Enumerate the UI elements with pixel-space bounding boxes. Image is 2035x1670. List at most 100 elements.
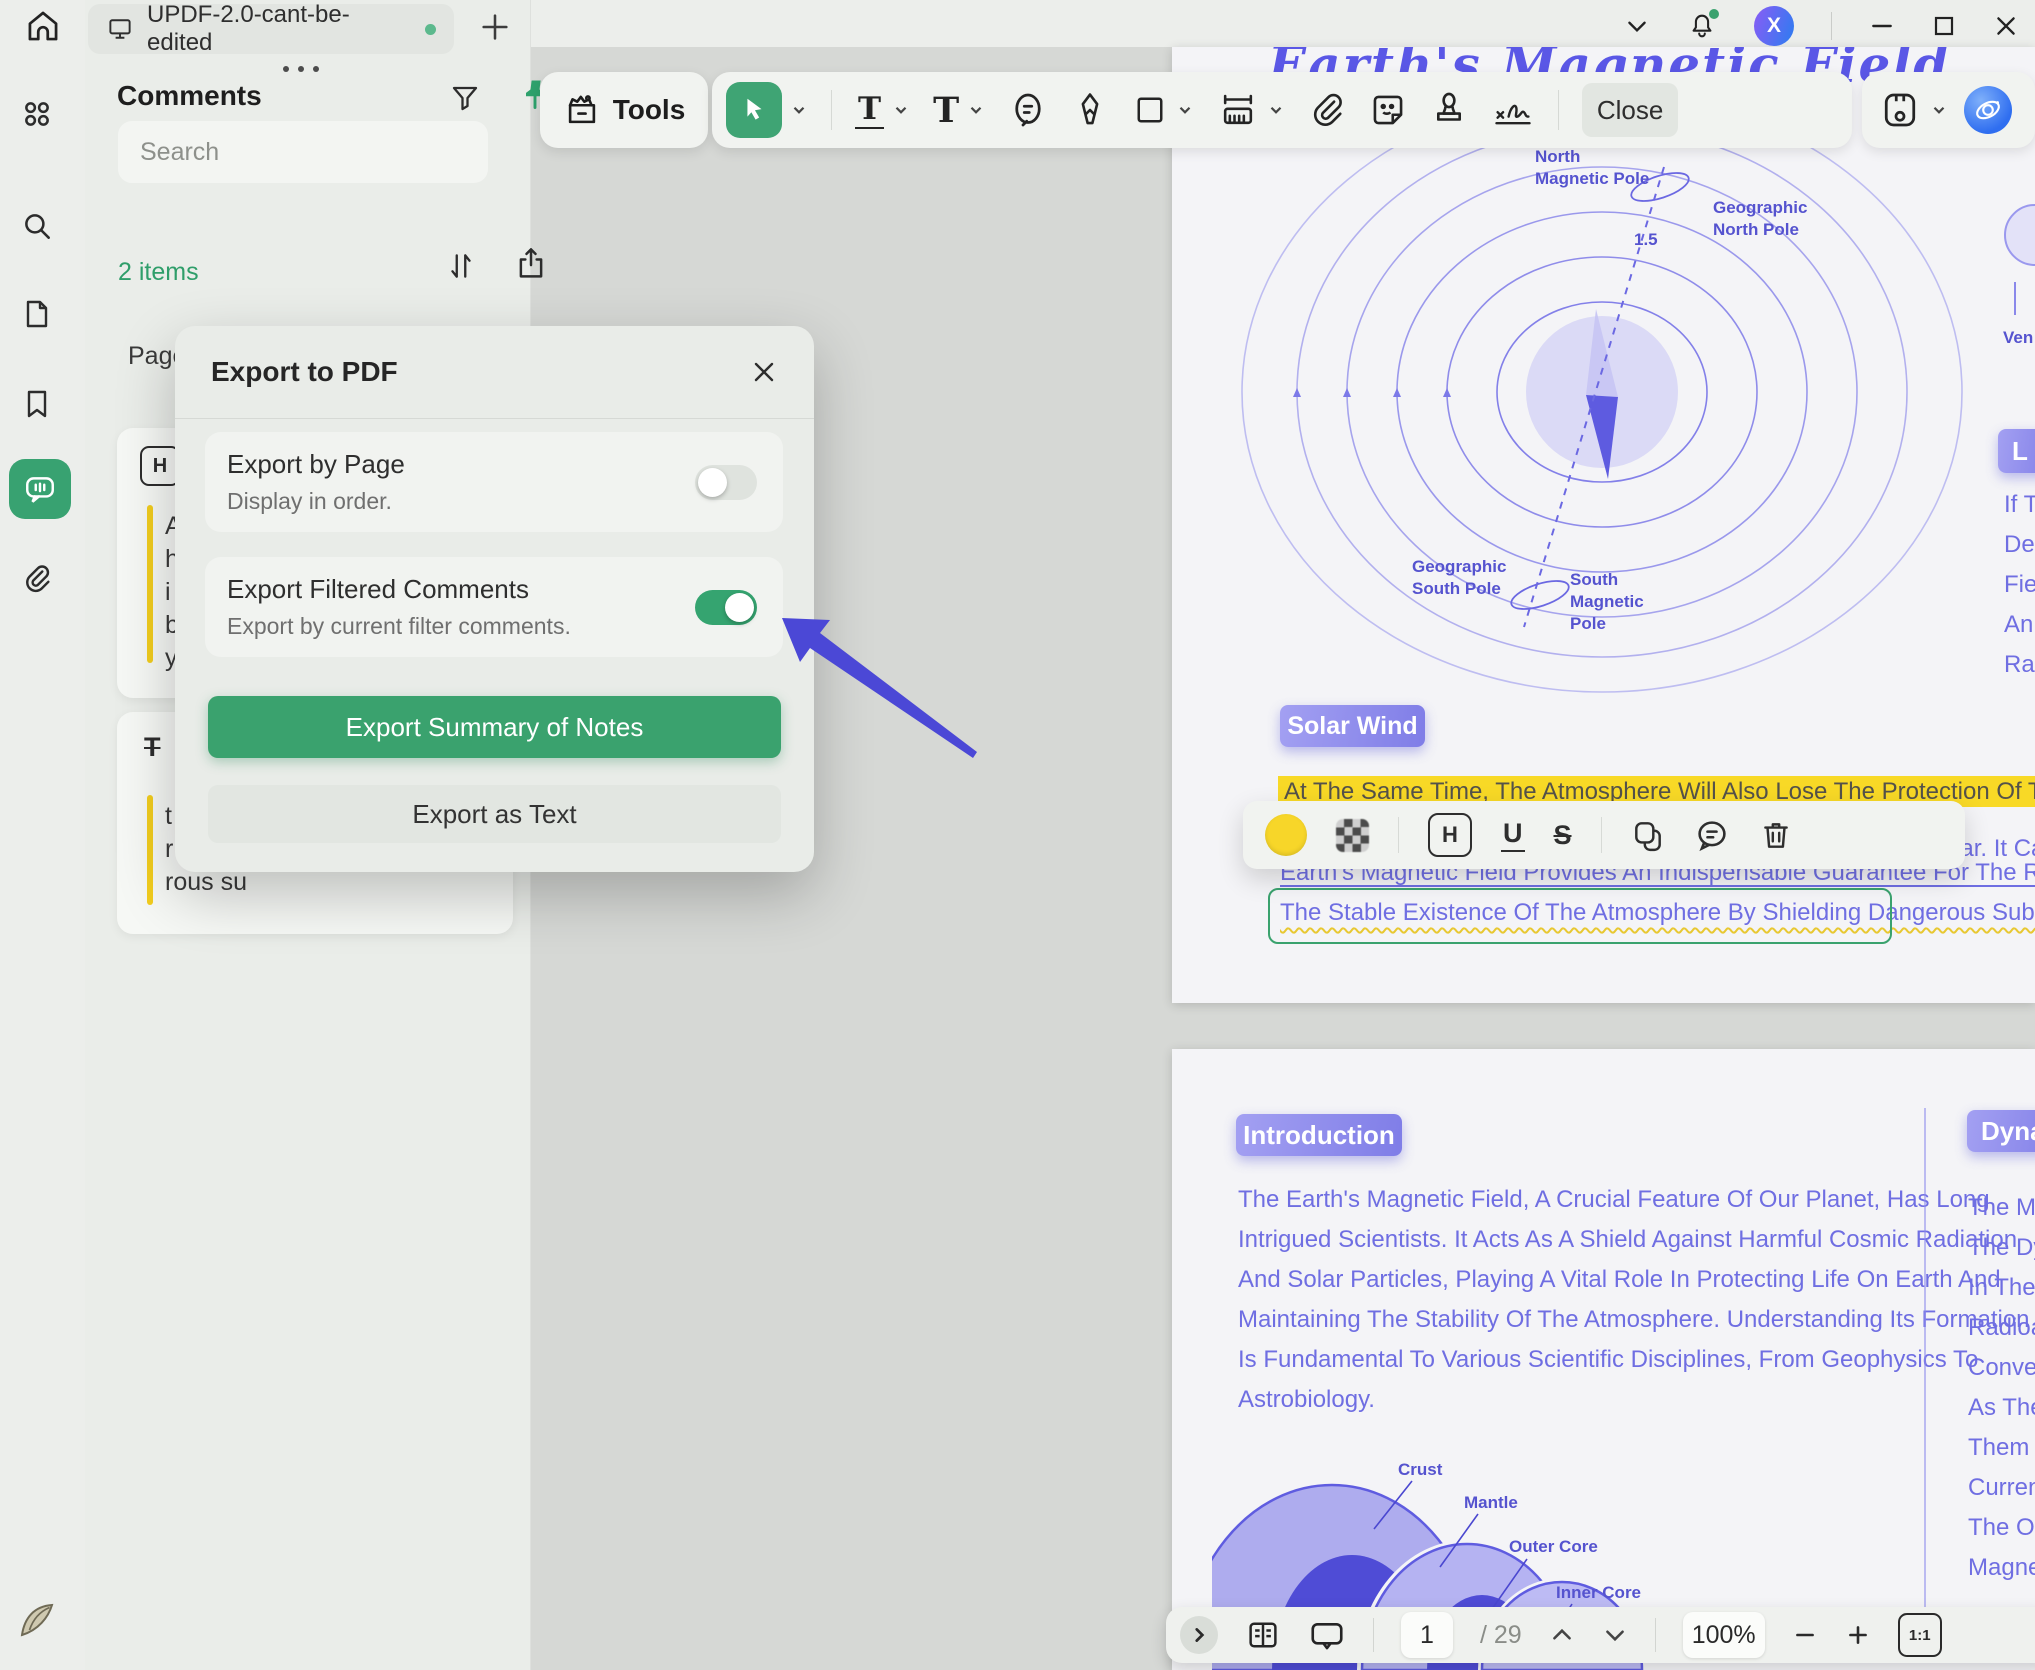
underline-tool-icon[interactable]: U: [1501, 818, 1525, 852]
export-summary-of-notes-button[interactable]: Export Summary of Notes: [208, 696, 781, 758]
text-comment-tool-icon[interactable]: T: [855, 91, 884, 129]
close-button[interactable]: Close: [1582, 83, 1678, 137]
stamp-tool-icon[interactable]: [1430, 91, 1468, 129]
strikethrough-type-icon: T: [140, 730, 165, 765]
copy-icon[interactable]: [1631, 818, 1665, 852]
text-tool-chevron[interactable]: [892, 101, 910, 119]
side-text-line: An: [2004, 611, 2033, 639]
label-venus: Ven: [2003, 327, 2033, 349]
minimize-icon[interactable]: [1869, 13, 1895, 39]
toolbar-divider: [1398, 817, 1399, 853]
search-input[interactable]: [118, 121, 488, 183]
note-comment-icon[interactable]: [1694, 817, 1730, 853]
left-navigation-rail: [0, 0, 85, 1670]
option-subtitle: Export by current filter comments.: [227, 613, 571, 640]
bookmark-icon[interactable]: [17, 384, 57, 424]
label-inner-core: Inner Core: [1556, 1582, 1641, 1604]
user-avatar[interactable]: X: [1754, 6, 1794, 46]
measure-tool-chevron[interactable]: [1267, 101, 1285, 119]
pointer-tool-button[interactable]: [726, 82, 782, 138]
pages-document-icon[interactable]: [17, 294, 57, 334]
option-title: Export Filtered Comments: [227, 574, 571, 605]
search-icon[interactable]: [17, 206, 57, 246]
paragraph-line: Is Fundamental To Various Scientific Dis…: [1238, 1346, 1978, 1374]
solar-wind-badge: Solar Wind: [1280, 705, 1425, 747]
right-column-line: Convect: [1968, 1354, 2035, 1382]
label-geographic-north-pole: Geographic North Pole: [1713, 197, 1823, 241]
export-share-icon[interactable]: [513, 246, 549, 282]
ai-assistant-button[interactable]: [1964, 86, 2012, 134]
zoom-out-icon[interactable]: [1792, 1622, 1818, 1648]
app-menu-chevron-icon[interactable]: [1624, 13, 1650, 39]
zoom-level[interactable]: 100%: [1683, 1612, 1765, 1658]
shape-tool-chevron[interactable]: [1176, 101, 1194, 119]
shape-tool-icon[interactable]: [1132, 92, 1168, 128]
expand-bar-button[interactable]: [1180, 1616, 1218, 1654]
side-text-line: Ra: [2004, 651, 2035, 679]
selected-annotation-box[interactable]: [1268, 888, 1892, 944]
sort-icon[interactable]: [443, 248, 479, 284]
custom-color-swatch[interactable]: [1336, 819, 1369, 852]
export-to-pdf-dialog: Export to PDF Export by Page Display in …: [175, 326, 814, 872]
attachment-tool-icon[interactable]: [1308, 91, 1346, 129]
comments-panel-title: Comments: [117, 80, 262, 112]
paragraph-line: Intrigued Scientists. It Acts As A Shiel…: [1238, 1226, 2017, 1254]
export-filtered-comments-toggle[interactable]: [695, 590, 757, 625]
option-subtitle: Display in order.: [227, 488, 405, 515]
pointer-dropdown-chevron[interactable]: [790, 101, 808, 119]
close-window-icon[interactable]: [1993, 13, 2019, 39]
tools-button[interactable]: Tools: [540, 72, 708, 148]
save-dropdown-chevron[interactable]: [1930, 101, 1948, 119]
paragraph-line: Astrobiology.: [1238, 1386, 1375, 1414]
actual-size-button[interactable]: 1:1: [1898, 1613, 1942, 1657]
export-as-text-button[interactable]: Export as Text: [208, 785, 781, 843]
main-toolbar: T T: [712, 72, 1852, 148]
new-tab-button[interactable]: [478, 10, 512, 44]
toolbar-divider: [831, 90, 832, 130]
sticker-tool-icon[interactable]: [1369, 91, 1407, 129]
comments-panel-button-active[interactable]: [9, 459, 71, 519]
toolbar-divider: [1601, 817, 1602, 853]
dialog-close-icon[interactable]: [750, 358, 778, 386]
document-tab[interactable]: UPDF-2.0-cant-be-edited: [88, 4, 454, 54]
apps-grid-icon[interactable]: [17, 94, 57, 134]
previous-page-chevron[interactable]: [1549, 1622, 1575, 1648]
home-button[interactable]: [20, 5, 66, 47]
next-page-chevron[interactable]: [1602, 1622, 1628, 1648]
highlight-color-bar: [147, 505, 153, 663]
paragraph-line: And Solar Particles, Playing A Vital Rol…: [1238, 1266, 2001, 1294]
comment-bubble-tool-icon[interactable]: [1008, 90, 1048, 130]
typewriter-tool-icon[interactable]: T: [933, 90, 959, 131]
measure-tool-icon[interactable]: [1217, 89, 1259, 131]
signature-tool-icon[interactable]: [1491, 88, 1535, 132]
highlight-color-bar: [147, 795, 153, 905]
zoom-in-icon[interactable]: [1845, 1622, 1871, 1648]
paragraph-line: The Earth's Magnetic Field, A Crucial Fe…: [1238, 1186, 1990, 1214]
right-column-line: In The E: [1968, 1274, 2035, 1302]
highlight-tool-icon[interactable]: H: [1428, 813, 1472, 857]
toolbox-icon: [563, 91, 601, 129]
dialog-header: Export to PDF: [175, 326, 814, 419]
save-icon[interactable]: [1880, 90, 1920, 130]
export-by-page-toggle[interactable]: [695, 465, 757, 500]
highlight-color-swatch[interactable]: [1265, 814, 1307, 856]
presentation-mode-icon[interactable]: [1308, 1616, 1346, 1654]
export-by-page-option[interactable]: Export by Page Display in order.: [205, 432, 783, 532]
page-thumbnails-icon[interactable]: [1245, 1617, 1281, 1653]
strikethrough-tool-icon[interactable]: S: [1554, 820, 1572, 851]
column-divider: [1924, 1108, 1926, 1660]
label-axis-angle: 1.5: [1634, 229, 1658, 251]
notifications-bell-icon[interactable]: [1687, 11, 1717, 41]
updf-app-window: Earth's Magnetic Field North Magnetic Po…: [0, 0, 2035, 1670]
pencil-tool-icon[interactable]: [1071, 91, 1109, 129]
pdf-page-1: Earth's Magnetic Field North Magnetic Po…: [1172, 47, 2035, 1003]
right-column-line: The Dyn: [1968, 1234, 2035, 1262]
typewriter-tool-chevron[interactable]: [967, 101, 985, 119]
delete-trash-icon[interactable]: [1759, 818, 1793, 852]
page-number-input[interactable]: 1: [1401, 1612, 1453, 1658]
maximize-icon[interactable]: [1932, 14, 1956, 38]
filter-icon[interactable]: [447, 80, 483, 116]
attachment-rail-icon[interactable]: [17, 560, 57, 600]
export-filtered-comments-option[interactable]: Export Filtered Comments Export by curre…: [205, 557, 783, 657]
panel-drag-handle[interactable]: [283, 66, 319, 72]
